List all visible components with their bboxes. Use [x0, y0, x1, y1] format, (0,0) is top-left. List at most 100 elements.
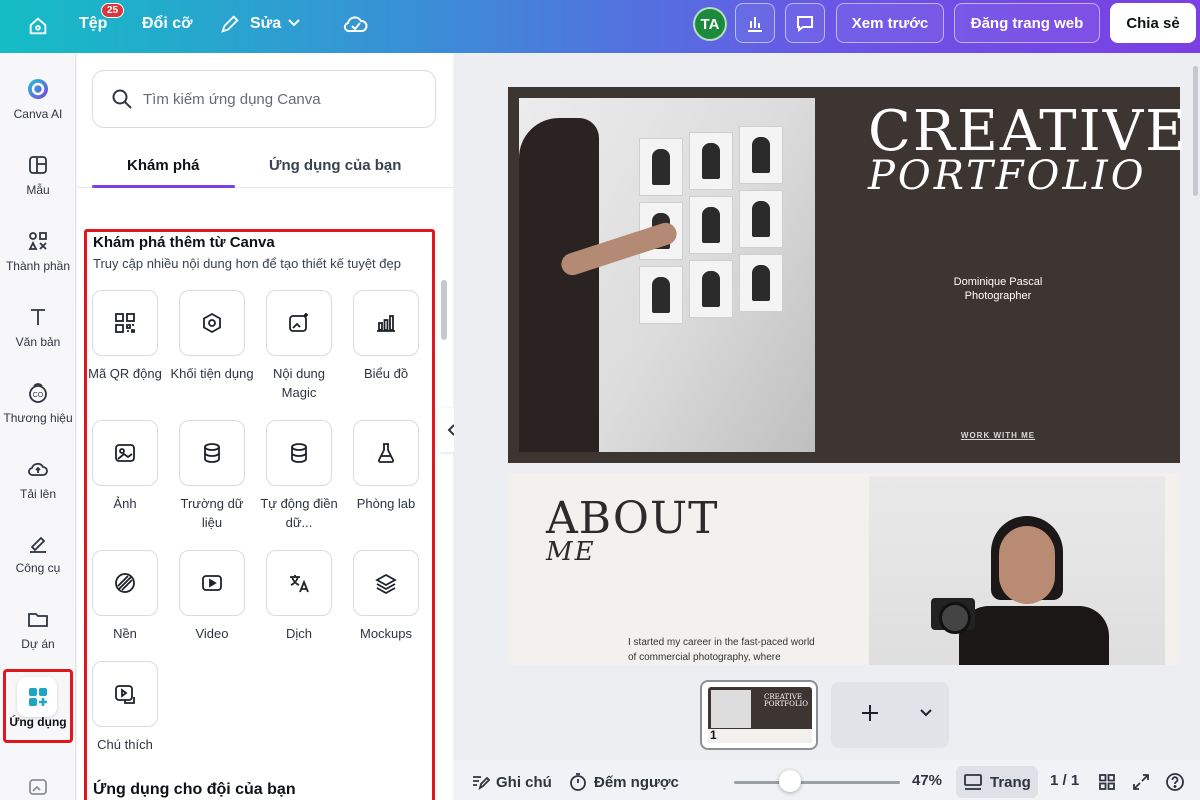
app-label: Biểu đồ: [363, 366, 409, 381]
app-utility-blocks[interactable]: Khối tiện dụng: [169, 290, 255, 383]
left-rail: Canva AI Mẫu Thành phần Văn bản CO Thươn…: [0, 53, 76, 800]
tools-icon: [30, 536, 46, 553]
image-icon: [115, 444, 135, 462]
analytics-button[interactable]: [735, 3, 775, 43]
help-button[interactable]: [1165, 772, 1185, 792]
notes-button[interactable]: Ghi chú: [470, 772, 552, 792]
tab-your-apps[interactable]: Ứng dụng của bạn: [269, 157, 401, 174]
timer-button[interactable]: Đếm ngược: [568, 772, 679, 792]
chevron-down-icon[interactable]: [919, 706, 933, 720]
avatar[interactable]: TA: [693, 7, 727, 41]
cover-photo[interactable]: [519, 98, 815, 452]
folder-icon: [28, 613, 48, 627]
app-label: Ảnh: [113, 496, 137, 511]
slide-cover[interactable]: CREATIVE PORTFOLIO Dominique Pascal Phot…: [508, 87, 1186, 463]
slide-name-block[interactable]: Dominique Pascal Photographer: [908, 275, 1088, 303]
tab-discover[interactable]: Khám phá: [127, 157, 200, 174]
publish-website-button[interactable]: Đăng trang web: [954, 3, 1100, 43]
edit-menu[interactable]: Sửa: [250, 15, 281, 33]
zoom-slider-track[interactable]: [734, 781, 900, 784]
resize-button[interactable]: Đổi cỡ: [142, 15, 193, 33]
app-autofill[interactable]: Tự động điền dữ...: [256, 420, 342, 532]
canva-ai-icon: [28, 79, 48, 99]
preview-button[interactable]: Xem trước: [836, 3, 944, 43]
canvas-scrollbar[interactable]: [1193, 66, 1198, 196]
work-with-me-link[interactable]: WORK WITH ME: [908, 431, 1088, 440]
about-subtitle[interactable]: ME: [546, 537, 596, 567]
zoom-slider-handle[interactable]: [779, 770, 802, 792]
app-backgrounds[interactable]: Nền: [82, 550, 168, 643]
chevron-down-icon[interactable]: [287, 16, 301, 35]
person-body: [959, 606, 1109, 665]
tab-active-indicator: [92, 185, 235, 188]
rail-item-elements[interactable]: Thành phần: [0, 229, 76, 273]
app-label: Dịch: [285, 626, 312, 641]
rail-label: Mẫu: [26, 183, 50, 197]
app-data-fields[interactable]: Trường dữ liệu: [169, 420, 255, 532]
comment-button[interactable]: [785, 3, 825, 43]
search-icon: [112, 89, 132, 109]
person-head: [999, 526, 1055, 604]
pattern-icon: [115, 573, 135, 593]
timer-label: Đếm ngược: [594, 773, 679, 791]
magic-image-icon: [289, 313, 308, 332]
rail-item-templates[interactable]: Mẫu: [0, 153, 76, 197]
help-icon: [1166, 773, 1184, 791]
app-photos[interactable]: Ảnh: [82, 420, 168, 513]
grid-view-button[interactable]: [1097, 772, 1117, 792]
hexagon-icon: [203, 312, 221, 334]
slide-subtitle[interactable]: PORTFOLIO: [868, 153, 1147, 199]
share-button[interactable]: Chia sẻ: [1110, 3, 1196, 43]
pages-icon: [964, 774, 982, 790]
file-menu[interactable]: Tệp: [79, 15, 107, 33]
app-lab[interactable]: Phòng lab: [343, 420, 429, 513]
app-magic-content[interactable]: Nội dung Magic: [256, 290, 342, 402]
app-captions[interactable]: Chú thích: [82, 661, 168, 754]
page-strip: CREATIVE PORTFOLIO 1: [454, 665, 1200, 760]
thumbnail-preview: CREATIVE PORTFOLIO: [708, 687, 812, 743]
edit-pen-icon: [219, 13, 241, 40]
app-charts[interactable]: Biểu đồ: [343, 290, 429, 383]
rail-item-projects[interactable]: Dự án: [0, 607, 76, 651]
rail-item-text[interactable]: Văn bản: [0, 305, 76, 349]
notes-label: Ghi chú: [496, 773, 552, 791]
rail-label: Thành phần: [5, 259, 71, 273]
zoom-level[interactable]: 47%: [912, 772, 942, 789]
thumbnail-lower: [708, 729, 812, 743]
camera-icon: [931, 598, 975, 634]
app-translate[interactable]: Dịch: [256, 550, 342, 643]
section2-title: Ứng dụng cho đội của bạn: [93, 781, 296, 798]
app-qr-code[interactable]: Mã QR động: [82, 290, 168, 383]
app-mockups[interactable]: Mockups: [343, 550, 429, 643]
rail-item-brand[interactable]: CO Thương hiệu: [0, 381, 76, 425]
bar-chart-icon: [748, 17, 762, 32]
about-body[interactable]: I started my career in the fast-paced wo…: [628, 635, 818, 665]
slide-about[interactable]: ABOUT ME I started my career in the fast…: [508, 473, 1180, 665]
search-box[interactable]: Tìm kiếm ứng dụng Canva: [92, 70, 436, 128]
rail-item-tools[interactable]: Công cụ: [0, 531, 76, 575]
home-button[interactable]: [24, 12, 52, 40]
photographer-name: Dominique Pascal: [953, 276, 1043, 288]
apps-panel: Tìm kiếm ứng dụng Canva Khám phá Ứng dụn…: [77, 53, 453, 800]
rail-item-upload[interactable]: Tải lên: [0, 457, 76, 501]
thumbnail-photo: [711, 690, 751, 728]
pages-button[interactable]: Trang: [956, 766, 1038, 798]
app-label: Trường dữ liệu: [180, 496, 244, 530]
rail-item-more[interactable]: [0, 775, 76, 800]
rail-item-canva-ai[interactable]: Canva AI: [0, 77, 76, 121]
panel-scrollbar[interactable]: [441, 280, 447, 340]
design-canvas[interactable]: CREATIVE PORTFOLIO Dominique Pascal Phot…: [454, 53, 1200, 665]
highlight-box: [3, 669, 73, 743]
layers-icon: [375, 573, 397, 595]
app-video[interactable]: Video: [169, 550, 255, 643]
fullscreen-button[interactable]: [1131, 772, 1151, 792]
rail-label: Dự án: [21, 637, 55, 651]
page-thumbnail[interactable]: CREATIVE PORTFOLIO 1: [700, 680, 818, 750]
cloud-saved-icon[interactable]: [343, 12, 369, 43]
rail-label: Văn bản: [15, 335, 61, 349]
about-photo[interactable]: [869, 476, 1165, 665]
video-icon: [202, 575, 222, 591]
search-input[interactable]: Tìm kiếm ứng dụng Canva: [143, 91, 321, 108]
add-page-button[interactable]: [831, 682, 949, 748]
rail-label: Công cụ: [15, 561, 61, 575]
